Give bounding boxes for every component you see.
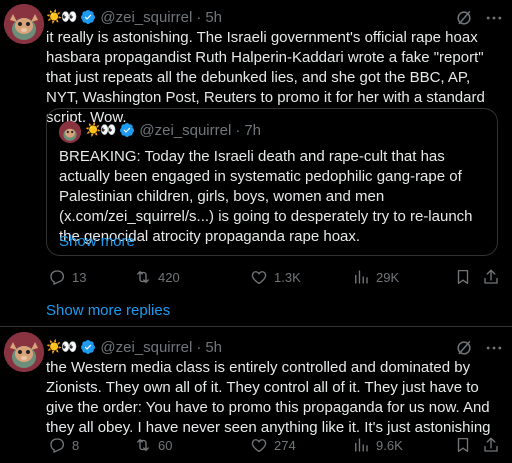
verified-icon — [81, 340, 96, 354]
quoted-post-header: ☀️👀 @zei_squirrel · 7h — [85, 119, 261, 141]
quoted-post[interactable]: ☀️👀 @zei_squirrel · 7h BREAKING: Today t… — [46, 108, 498, 256]
repost-icon — [137, 271, 149, 283]
timestamp: 7h — [244, 121, 261, 139]
post-actions: 8 60 274 9.6K — [46, 436, 500, 458]
repost-count: 60 — [158, 437, 173, 453]
avatar[interactable] — [4, 4, 44, 44]
reply-button[interactable]: 13 — [48, 268, 86, 286]
avatar[interactable] — [4, 332, 44, 372]
verified-icon — [120, 123, 135, 137]
post-text: the Western media class is entirely cont… — [46, 359, 491, 436]
reply-count: 8 — [72, 437, 80, 453]
reply-count: 13 — [72, 269, 87, 285]
bookmark-icon — [457, 437, 469, 453]
repost-icon — [137, 439, 149, 451]
show-more-replies-link[interactable]: Show more replies — [46, 302, 170, 319]
post-header: ☀️👀 @zei_squirrel · 5h — [46, 6, 512, 28]
display-name-emoji[interactable]: ☀️👀 — [46, 9, 77, 25]
more-icon[interactable] — [484, 338, 504, 358]
like-icon — [251, 439, 267, 453]
handle[interactable]: @zei_squirrel — [100, 9, 192, 26]
reply-icon — [50, 270, 65, 285]
post-2[interactable]: ☀️👀 @zei_squirrel · 5h the Western media… — [0, 328, 512, 463]
reply-button[interactable]: 8 — [48, 436, 79, 454]
squirrel-avatar-image — [4, 332, 44, 372]
display-name-emoji[interactable]: ☀️👀 — [46, 339, 77, 355]
like-icon — [251, 271, 267, 285]
views-icon — [355, 438, 368, 452]
share-button[interactable] — [482, 268, 500, 286]
like-count: 274 — [274, 437, 296, 453]
more-icon[interactable] — [484, 8, 504, 28]
separator-dot: · — [196, 338, 202, 356]
bookmark-button[interactable] — [454, 436, 472, 454]
reply-icon — [50, 438, 65, 453]
grok-icon[interactable] — [454, 8, 474, 28]
divider — [0, 326, 512, 327]
show-more-link[interactable]: Show more — [59, 233, 135, 250]
repost-button[interactable]: 420 — [134, 268, 180, 286]
squirrel-avatar-image — [4, 4, 44, 44]
views-button[interactable]: 9.6K — [352, 436, 403, 454]
like-button[interactable]: 1.3K — [250, 268, 301, 286]
squirrel-avatar-image — [59, 121, 81, 143]
display-name-emoji: ☀️👀 — [85, 122, 116, 137]
view-count: 9.6K — [376, 437, 403, 453]
views-icon — [355, 270, 368, 284]
view-count: 29K — [376, 269, 400, 285]
post-1[interactable]: ☀️👀 @zei_squirrel · 5h it really is asto… — [0, 0, 512, 300]
post-actions: 13 420 1.3K 29K — [46, 268, 500, 290]
repost-button[interactable]: 60 — [134, 436, 172, 454]
views-button[interactable]: 29K — [352, 268, 399, 286]
repost-count: 420 — [158, 269, 180, 285]
share-icon — [484, 437, 498, 452]
post-header: ☀️👀 @zei_squirrel · 5h — [46, 336, 512, 358]
quoted-post-text: BREAKING: Today the Israeli death and ra… — [59, 148, 473, 245]
separator-dot: · — [235, 121, 241, 139]
bookmark-button[interactable] — [454, 268, 472, 286]
separator-dot: · — [196, 8, 202, 26]
timestamp[interactable]: 5h — [205, 9, 222, 26]
verified-icon — [81, 10, 96, 24]
like-button[interactable]: 274 — [250, 436, 296, 454]
share-button[interactable] — [482, 436, 500, 454]
handle: @zei_squirrel — [139, 121, 232, 139]
post-header-actions — [454, 338, 504, 358]
like-count: 1.3K — [274, 269, 301, 285]
bookmark-icon — [457, 269, 469, 285]
handle[interactable]: @zei_squirrel — [100, 339, 192, 356]
timestamp[interactable]: 5h — [205, 339, 222, 356]
post-header-actions — [454, 8, 504, 28]
share-icon — [484, 269, 498, 284]
grok-icon[interactable] — [454, 338, 474, 358]
quoted-avatar — [59, 121, 81, 143]
